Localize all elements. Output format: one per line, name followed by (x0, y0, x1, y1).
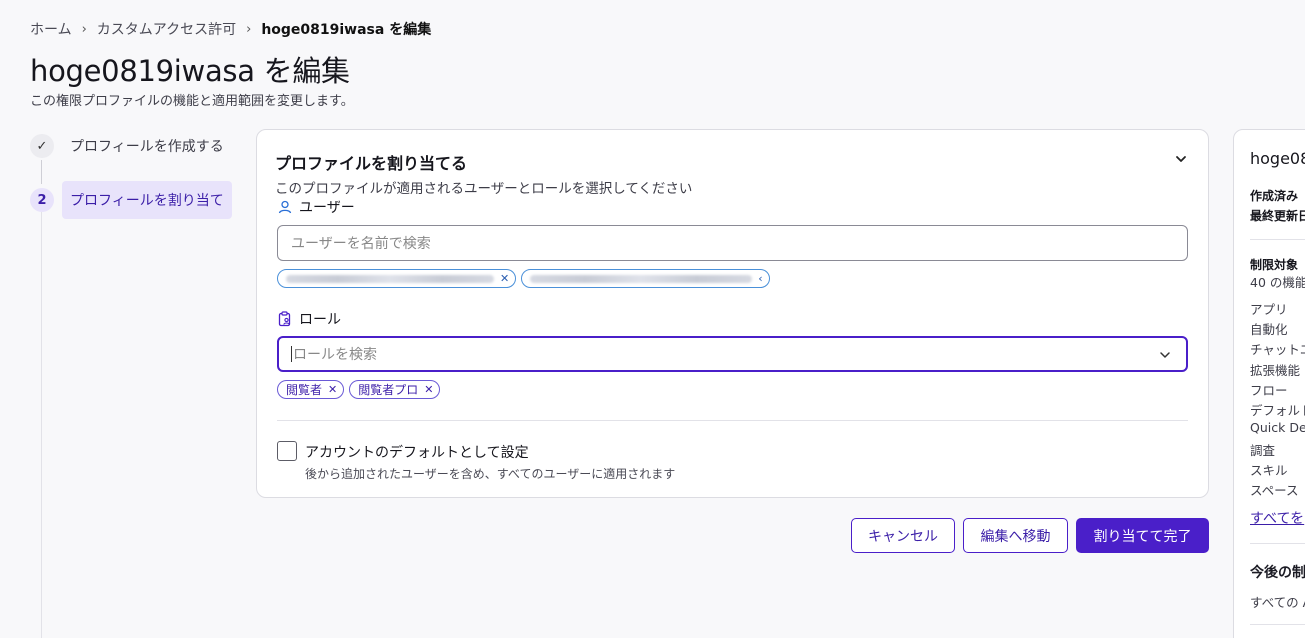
close-icon[interactable]: ✕ (424, 383, 433, 396)
chevron-down-icon[interactable] (1158, 348, 1172, 362)
breadcrumb-custom-access[interactable]: カスタムアクセス許可 (97, 19, 236, 39)
summary-title: hoge08 (1250, 149, 1305, 168)
summary-item: スキル (1250, 463, 1288, 478)
step-assign-profile[interactable]: 2 プロフィールを割り当て (30, 181, 232, 219)
selected-users: ✕ ‹ (277, 269, 770, 288)
stepper-rail (41, 212, 42, 638)
future-restrictions-title: 今後の制 (1250, 565, 1305, 581)
roles-label-text: ロール (299, 312, 341, 328)
page-title: hoge0819iwasa を編集 (30, 54, 350, 88)
role-chip-label: 閲覧者プロ (358, 383, 419, 397)
see-all-link[interactable]: すべてを (1250, 508, 1304, 528)
profile-summary-panel: hoge08 作成済み 最終更新日 制限対象 40 の機能 アプリ 自動化 チャ… (1233, 129, 1305, 638)
users-field-label: ユーザー (277, 197, 355, 217)
step-label: プロフィールを割り当て (62, 181, 232, 219)
close-icon[interactable]: ‹ (758, 272, 762, 285)
assign-and-finish-button[interactable]: 割り当てて完了 (1076, 518, 1209, 553)
breadcrumb: ホーム › カスタムアクセス許可 › hoge0819iwasa を編集 (30, 19, 431, 39)
chevron-right-icon: › (246, 21, 252, 37)
step-label: プロフィールを作成する (70, 139, 224, 155)
role-search-input[interactable]: ロールを検索 (277, 336, 1188, 372)
step-number: 2 (30, 188, 54, 212)
divider (1250, 624, 1305, 625)
summary-created-label: 作成済み (1250, 189, 1299, 203)
go-to-edit-button[interactable]: 編集へ移動 (963, 518, 1068, 553)
user-icon (278, 200, 292, 214)
future-restrictions-text: すべての A (1250, 595, 1305, 610)
user-chip: ✕ (277, 269, 517, 288)
user-search-placeholder: ユーザーを名前で検索 (291, 236, 431, 252)
summary-item: 自動化 (1250, 322, 1288, 337)
card-title: プロファイルを割り当てる (275, 154, 468, 173)
default-account-help: 後から追加されたユーザーを含め、すべてのユーザーに適用されます (305, 467, 676, 481)
check-icon: ✓ (30, 134, 54, 158)
chevron-right-icon: › (81, 21, 87, 37)
users-label-text: ユーザー (299, 200, 355, 216)
redacted-user-name (530, 274, 753, 283)
selected-roles: 閲覧者 ✕ 閲覧者プロ ✕ (277, 380, 441, 399)
summary-item: スペース (1250, 483, 1299, 498)
role-chip-label: 閲覧者 (286, 383, 323, 397)
roles-field-label: ロール (277, 309, 341, 329)
divider (1250, 543, 1305, 544)
user-search-input[interactable]: ユーザーを名前で検索 (277, 225, 1188, 261)
summary-item: チャットエ (1250, 342, 1305, 357)
summary-restricted-count: 40 の機能 (1250, 275, 1305, 290)
redacted-user-name (286, 274, 494, 283)
role-chip: 閲覧者 ✕ (277, 380, 345, 399)
text-cursor (291, 346, 292, 362)
summary-restricted-label: 制限対象 (1250, 258, 1299, 272)
cancel-button[interactable]: キャンセル (851, 518, 955, 553)
role-chip: 閲覧者プロ ✕ (349, 380, 441, 399)
clipboard-user-icon (278, 311, 291, 327)
summary-item: フロー (1250, 383, 1288, 398)
close-icon[interactable]: ✕ (328, 383, 337, 396)
summary-item: 調査 (1250, 443, 1276, 458)
summary-item: 拡張機能 (1250, 363, 1301, 378)
summary-item: デフォルト (1250, 403, 1305, 418)
user-chip: ‹ (521, 269, 770, 288)
summary-updated-label: 最終更新日 (1250, 209, 1305, 223)
divider (1250, 239, 1305, 240)
close-icon[interactable]: ✕ (500, 272, 509, 285)
role-search-placeholder: ロールを検索 (293, 347, 377, 363)
breadcrumb-current: hoge0819iwasa を編集 (261, 22, 432, 38)
default-account-checkbox[interactable] (277, 441, 297, 461)
card-description: このプロファイルが適用されるユーザーとロールを選択してください (275, 181, 693, 197)
summary-item: アプリ (1250, 302, 1288, 317)
default-account-label[interactable]: アカウントのデフォルトとして設定 (305, 442, 529, 462)
assign-profile-card: プロファイルを割り当てる このプロファイルが適用されるユーザーとロールを選択して… (256, 129, 1209, 498)
breadcrumb-home[interactable]: ホーム (30, 19, 72, 39)
page-subtitle: この権限プロファイルの機能と適用範囲を変更します。 (30, 94, 354, 109)
divider (277, 420, 1188, 421)
step-create-profile[interactable]: ✓ プロフィールを作成する (30, 134, 224, 158)
chevron-down-icon[interactable] (1174, 152, 1188, 166)
summary-item: Quick Des (1250, 420, 1305, 435)
